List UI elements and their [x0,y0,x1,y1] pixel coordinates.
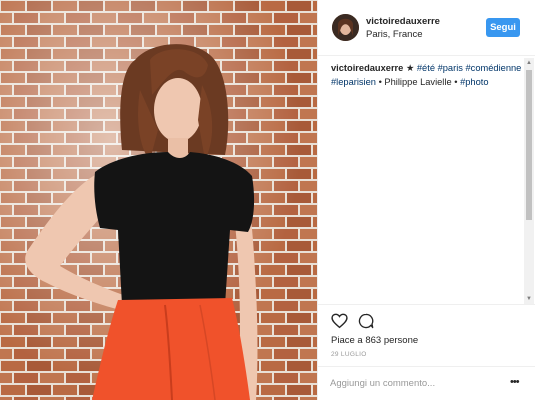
post-side-panel: victoiredauxerre Paris, France Segui vic… [317,0,535,400]
avatar[interactable] [332,14,359,41]
caption-scrollbar[interactable]: ▲ ▼ [524,58,534,304]
hashtag-link[interactable]: #comédienne [466,63,522,73]
hashtag-link[interactable]: #paris [438,63,463,73]
hashtag-link[interactable]: #été [417,63,435,73]
scrollbar-thumb[interactable] [526,70,532,220]
caption-star: ★ [405,63,415,73]
username-link[interactable]: victoiredauxerre [366,16,440,27]
comment-bar: ••• [318,366,535,400]
heart-icon[interactable] [331,313,348,329]
post-header: victoiredauxerre Paris, France Segui [318,0,535,56]
post-image [0,0,317,400]
hashtag-link[interactable]: #leparisien [331,77,376,87]
location-link[interactable]: Paris, France [366,29,423,40]
post-date: 29 LUGLIO [331,351,367,358]
hashtag-link[interactable]: #photo [460,77,488,87]
more-options-icon[interactable]: ••• [510,376,520,388]
follow-button[interactable]: Segui [486,18,520,37]
caption-person: Philippe Lavielle [384,76,452,87]
comment-icon[interactable] [358,313,374,329]
caption: victoiredauxerre ★ #été #paris #comédien… [331,62,526,89]
post-actions: Piace a 863 persone 29 LUGLIO [318,304,535,366]
scroll-down-arrow-icon[interactable]: ▼ [524,294,534,304]
comment-input[interactable] [330,375,500,391]
likes-count[interactable]: Piace a 863 persone [331,335,418,346]
post-photo[interactable] [0,0,317,400]
caption-separator: • [454,76,458,87]
scroll-up-arrow-icon[interactable]: ▲ [524,58,534,68]
caption-username[interactable]: victoiredauxerre [331,63,403,73]
caption-separator: • [378,76,382,87]
